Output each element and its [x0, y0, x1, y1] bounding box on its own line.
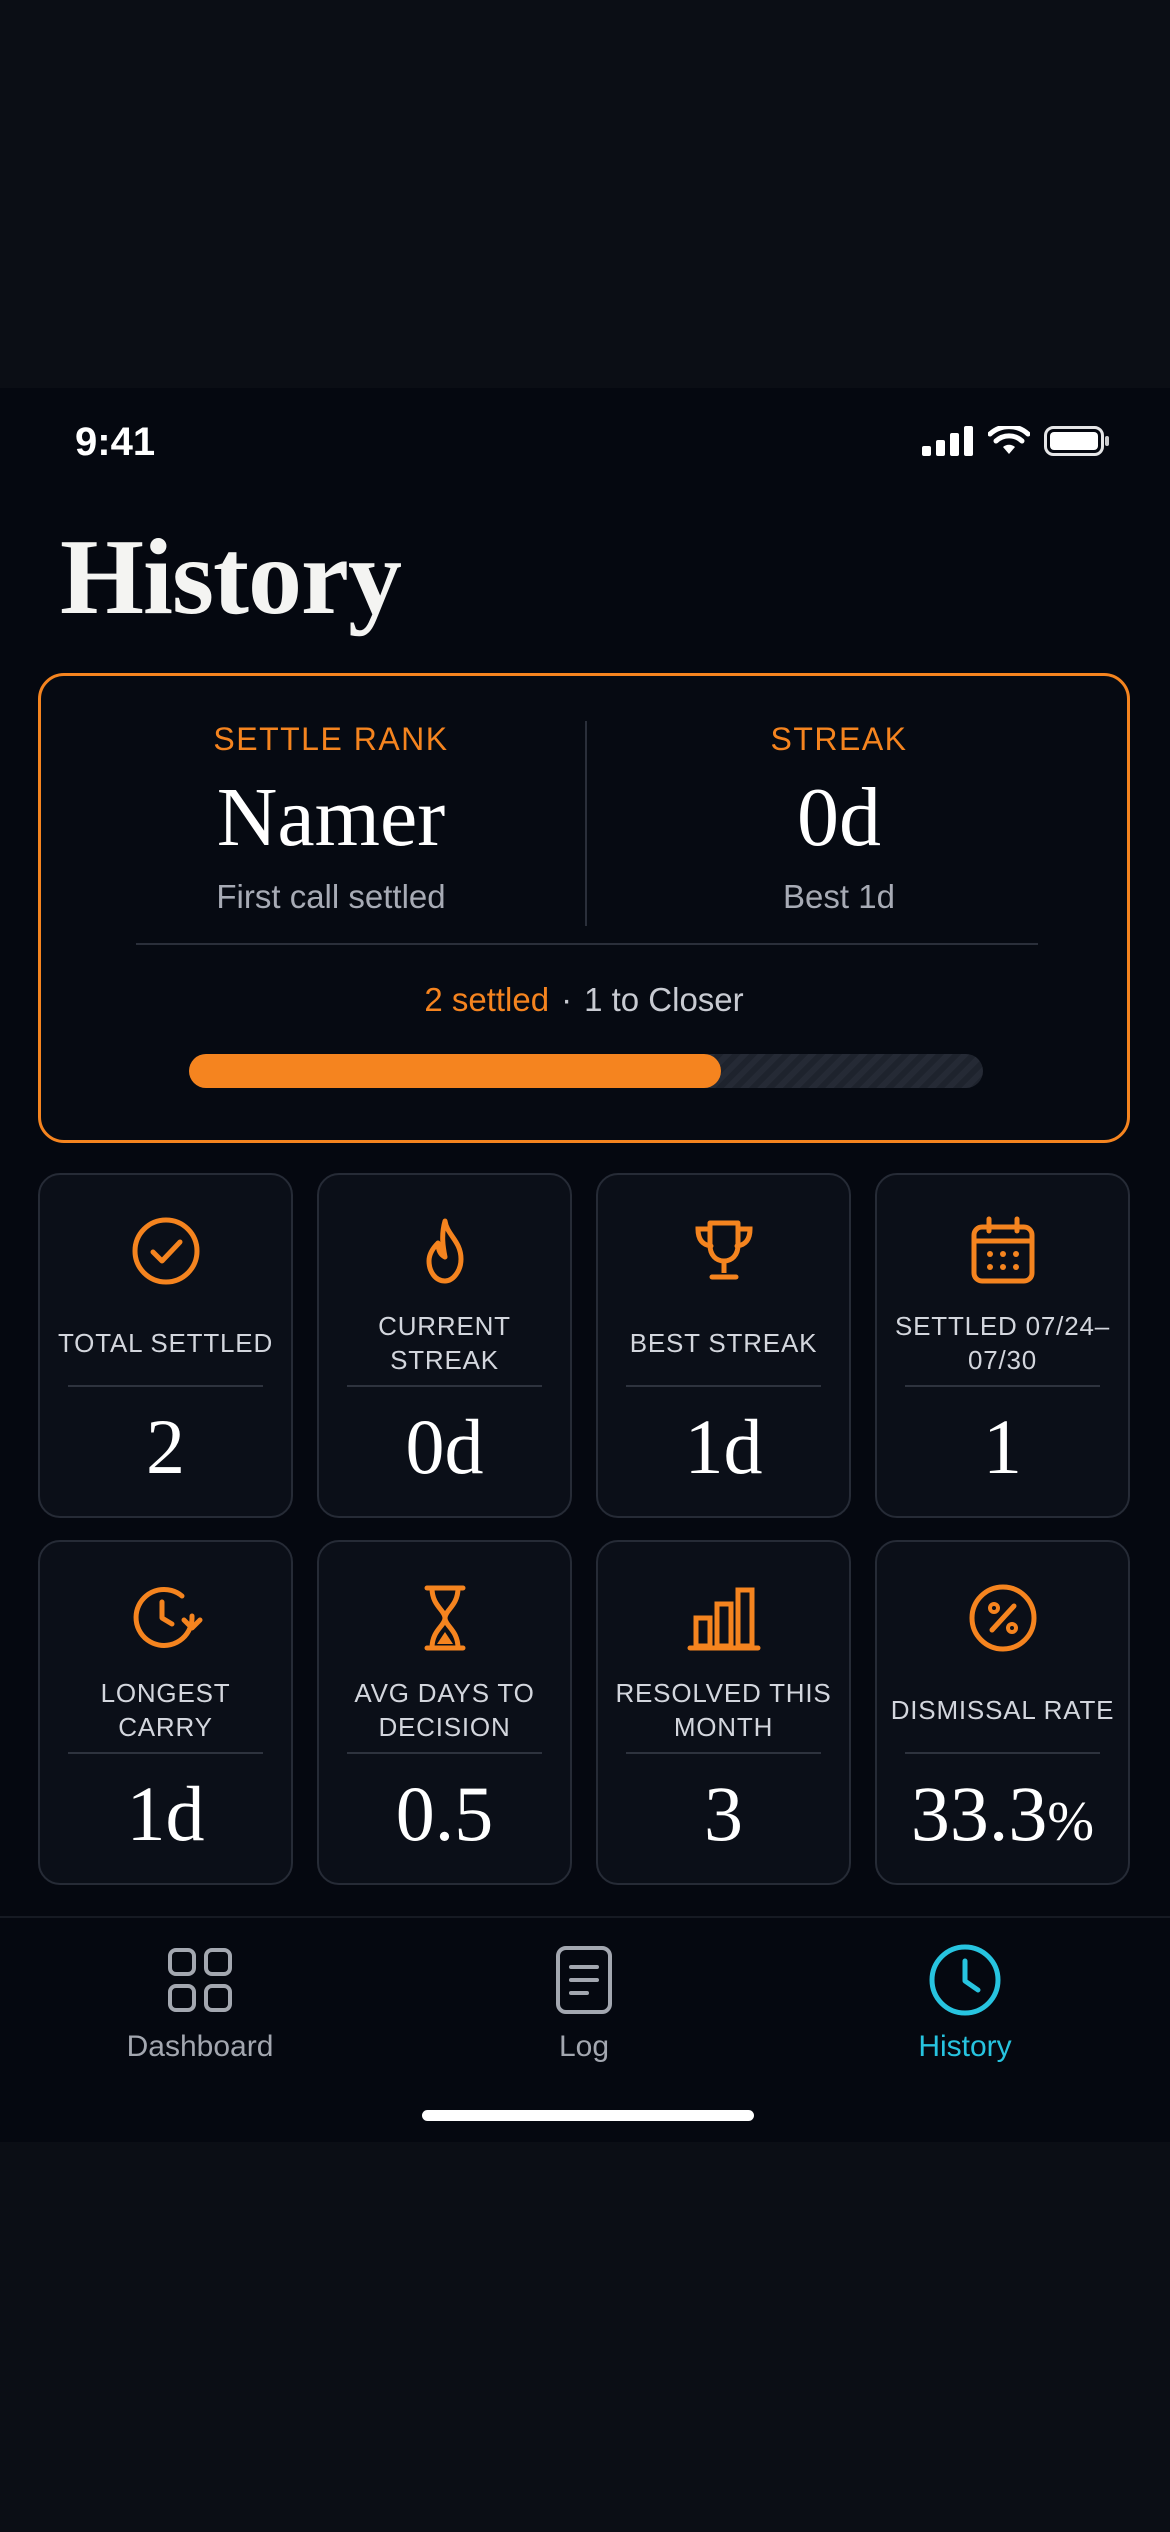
stat-value: 0d [319, 1397, 570, 1497]
stat-tile-longest-carry: LONGEST CARRY 1d [38, 1540, 293, 1885]
settle-rank-subtitle: First call settled [216, 878, 446, 915]
stat-value: 1d [598, 1397, 849, 1497]
settle-rank-value: Namer [216, 771, 446, 864]
stat-divider [626, 1385, 821, 1387]
stat-label: DISMISSAL RATE [890, 1695, 1115, 1725]
page-title: History [60, 518, 402, 637]
rank-card-divider [136, 943, 1038, 945]
home-indicator [422, 2110, 754, 2121]
trophy-icon [694, 1220, 753, 1280]
rank-progress-text: 2 settled · 1 to Closer [41, 981, 1127, 1019]
stat-tile-dismissal-rate: DISMISSAL RATE 33.3% [875, 1540, 1130, 1885]
stat-value: 1d [40, 1764, 291, 1864]
clock-icon [929, 1944, 1001, 2016]
stat-divider [626, 1752, 821, 1754]
stat-label: RESOLVED THIS MONTH [615, 1678, 832, 1742]
stat-number: 2 [146, 1403, 185, 1490]
rank-progress-fill [189, 1054, 721, 1088]
stat-label: SETTLED 07/24–07/30 [895, 1311, 1110, 1375]
stat-tile-best-streak: BEST STREAK 1d [596, 1173, 851, 1518]
stat-number: 0.5 [395, 1770, 494, 1857]
tab-history-label: History [918, 2030, 1012, 2063]
stat-value: 0.5 [319, 1764, 570, 1864]
check-circle-icon [132, 1217, 199, 1285]
tab-dashboard[interactable]: Dashboard [50, 1940, 350, 2064]
stat-number: 1 [983, 1403, 1022, 1490]
bar-chart-icon [687, 1587, 760, 1651]
progress-separator: · [561, 981, 573, 1018]
stat-value: 33.3% [877, 1764, 1128, 1864]
stat-divider [347, 1752, 542, 1754]
settle-rank-section: SETTLE RANK Namer First call settled [81, 716, 581, 916]
stat-tile-avg-days-to-decision: AVG DAYS TO DECISION 0.5 [317, 1540, 572, 1885]
flame-icon [426, 1218, 463, 1284]
calendar-icon [971, 1216, 1034, 1284]
stat-value: 2 [40, 1397, 291, 1497]
stat-divider [68, 1385, 263, 1387]
stat-label: CURRENT STREAK [378, 1311, 511, 1375]
streak-label: STREAK [770, 721, 908, 757]
stat-label: AVG DAYS TO DECISION [354, 1678, 535, 1742]
best-streak-subtitle: Best 1d [783, 878, 895, 915]
stat-number: 3 [704, 1770, 743, 1857]
stat-divider [347, 1385, 542, 1387]
stat-tile-current-streak: CURRENT STREAK 0d [317, 1173, 572, 1518]
stat-number: 0d [405, 1403, 484, 1490]
stats-grid: TOTAL SETTLED 2 CURRENT STREAK 0d BEST STREA… [38, 1173, 1130, 1885]
battery-icon [1044, 426, 1109, 456]
tab-history[interactable]: History [815, 1940, 1115, 2064]
bottom-letterbox [0, 2142, 1170, 2532]
stat-number: 1d [684, 1403, 763, 1490]
rank-progress-bar [189, 1054, 983, 1088]
stat-divider [905, 1752, 1100, 1754]
document-icon [556, 1946, 612, 2014]
wifi-icon [988, 426, 1030, 454]
stat-label: TOTAL SETTLED [57, 1328, 274, 1358]
streak-value: 0d [797, 771, 881, 864]
tab-dashboard-label: Dashboard [126, 2030, 274, 2063]
phone-screen: 9:41 History SETTLE RANK Namer First cal… [0, 388, 1170, 2142]
stat-tile-total-settled: TOTAL SETTLED 2 [38, 1173, 293, 1518]
stat-value: 3 [598, 1764, 849, 1864]
rank-card: SETTLE RANK Namer First call settled STR… [38, 673, 1130, 1143]
status-icons [922, 426, 1110, 456]
status-time: 9:41 [75, 420, 156, 464]
stat-label: LONGEST CARRY [100, 1678, 231, 1742]
signal-icon [922, 426, 973, 456]
grid-icon [168, 1948, 232, 2012]
stat-number: 33.3 [910, 1770, 1048, 1857]
percent-circle-icon [969, 1584, 1036, 1652]
stat-divider [68, 1752, 263, 1754]
stat-number: 1d [126, 1770, 205, 1857]
tab-log-label: Log [558, 2030, 610, 2063]
streak-section: STREAK 0d Best 1d [589, 716, 1089, 916]
clock-arrow-icon [133, 1587, 202, 1648]
stat-tile-resolved-this-month: RESOLVED THIS MONTH 3 [596, 1540, 851, 1885]
settle-rank-label: SETTLE RANK [213, 721, 449, 757]
stat-tile-settled-07-24-07-30: SETTLED 07/24–07/30 1 [875, 1173, 1130, 1518]
tab-bar: Dashboard Log History [0, 1916, 1170, 2142]
stat-value: 1 [877, 1397, 1128, 1497]
stat-divider [905, 1385, 1100, 1387]
progress-next-rank: 1 to Closer [584, 981, 744, 1018]
stat-unit: % [1047, 1791, 1095, 1853]
status-bar: 9:41 [0, 388, 1170, 498]
stat-label: BEST STREAK [629, 1328, 818, 1358]
progress-settled-count: 2 settled [424, 981, 550, 1018]
top-letterbox [0, 0, 1170, 388]
rank-divider [585, 721, 587, 926]
tab-log[interactable]: Log [434, 1940, 734, 2064]
hourglass-icon [424, 1585, 465, 1651]
